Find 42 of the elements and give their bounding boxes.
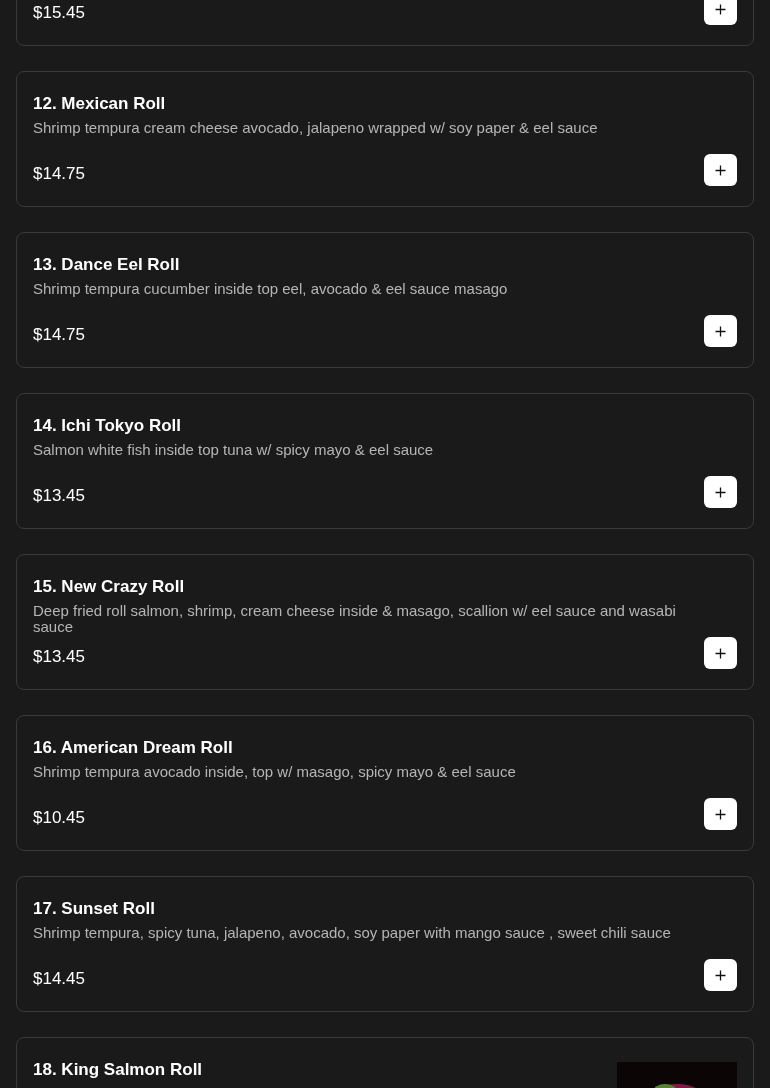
- add-button[interactable]: [704, 0, 737, 25]
- menu-item-card[interactable]: 14. Ichi Tokyo Roll Salmon white fish inside top tuna w/ spicy mayo & eel sauce $13.45: [16, 393, 754, 529]
- item-price: $14.75: [33, 323, 85, 346]
- plus-icon: [715, 3, 726, 15]
- menu-item-card[interactable]: 17. Sunset Roll Shrimp tempura, spicy tuna, jalapeno, avocado, soy paper with mango sauce , sweet chili sauce $14.45: [16, 876, 754, 1012]
- item-description: Shrimp tempura cucumber inside top eel, avocado & eel sauce masago: [33, 281, 509, 299]
- plus-icon: [715, 486, 726, 498]
- item-price: $14.45: [33, 967, 85, 990]
- item-description: Shrimp tempura avocado inside, top w/ masago, spicy mayo & eel sauce: [33, 764, 517, 782]
- plus-icon: [715, 969, 726, 981]
- menu-item-card[interactable]: 12. Mexican Roll Shrimp tempura cream cheese avocado, jalapeno wrapped w/ soy paper & eel sauce $14.75: [16, 71, 754, 207]
- plus-icon: [715, 164, 726, 176]
- menu-item-card[interactable]: 15. New Crazy Roll Deep fried roll salmon, shrimp, cream cheese inside & masago, scallion w/ eel sauce and wasabi sauce $13.45: [16, 554, 754, 690]
- item-title: 15. New Crazy Roll: [33, 576, 186, 598]
- item-title: 17. Sunset Roll: [33, 898, 156, 920]
- item-price: $15.45: [33, 1, 85, 24]
- item-price: $14.75: [33, 162, 85, 185]
- plus-icon: [715, 808, 726, 820]
- menu-item-card[interactable]: 16. American Dream Roll Shrimp tempura avocado inside, top w/ masago, spicy mayo & eel sauce $10.45: [16, 715, 754, 851]
- item-price: $13.45: [33, 645, 85, 668]
- add-button[interactable]: [704, 798, 737, 830]
- plus-icon: [715, 325, 726, 337]
- item-title: 14. Ichi Tokyo Roll: [33, 415, 182, 437]
- add-button[interactable]: [704, 476, 737, 508]
- item-title: 12. Mexican Roll: [33, 93, 167, 115]
- item-price: $10.45: [33, 806, 85, 829]
- add-button[interactable]: [704, 154, 737, 186]
- menu-item-card[interactable]: $15.45: [16, 0, 754, 46]
- menu-item-card[interactable]: 13. Dance Eel Roll Shrimp tempura cucumber inside top eel, avocado & eel sauce masago $14.75: [16, 232, 754, 368]
- add-button[interactable]: [704, 315, 737, 347]
- item-description: Shrimp tempura, spicy tuna, jalapeno, avocado, soy paper with mango sauce , sweet chili sauce: [33, 925, 672, 943]
- item-title: 18. King Salmon Roll: [33, 1059, 204, 1081]
- add-button[interactable]: [704, 959, 737, 991]
- menu-item-card[interactable]: 18. King Salmon Roll: [16, 1037, 754, 1088]
- item-description: Shrimp tempura cream cheese avocado, jalapeno wrapped w/ soy paper & eel sauce: [33, 120, 599, 138]
- item-description: Salmon white fish inside top tuna w/ spicy mayo & eel sauce: [33, 442, 435, 460]
- item-price: $13.45: [33, 484, 85, 507]
- item-title: 13. Dance Eel Roll: [33, 254, 181, 276]
- plus-icon: [715, 647, 726, 659]
- item-description: Deep fried roll salmon, shrimp, cream cheese inside & masago, scallion w/ eel sauce and wasabi sauce: [33, 603, 677, 635]
- add-button[interactable]: [704, 637, 737, 669]
- item-title: 16. American Dream Roll: [33, 737, 234, 759]
